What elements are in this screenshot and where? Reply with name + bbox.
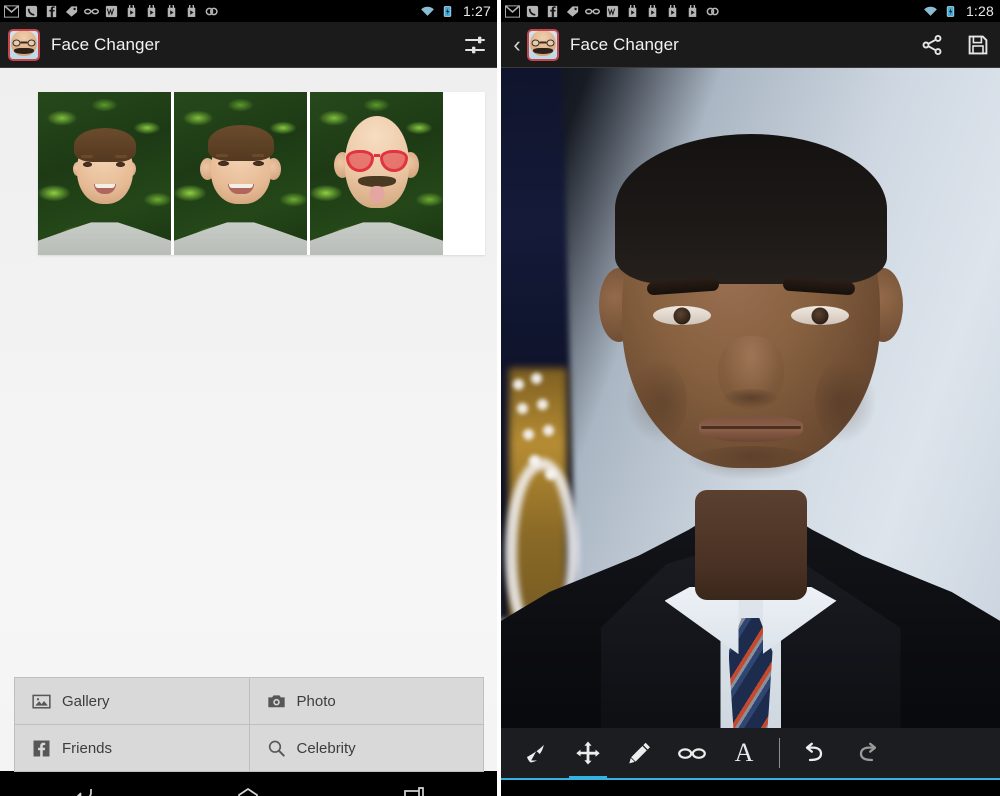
editor-toolbar: A bbox=[501, 728, 1000, 780]
original-face-thumbnail[interactable] bbox=[38, 92, 171, 255]
source-picker-grid: Gallery Photo Friends Celebrity bbox=[0, 677, 497, 772]
warped-face-thumbnail[interactable] bbox=[174, 92, 307, 255]
action-bar-home: Face Changer bbox=[0, 22, 497, 68]
status-bar-editor: 1:28 bbox=[501, 0, 1000, 22]
home-content: Gallery Photo Friends Celebrity bbox=[0, 68, 497, 772]
nav-back-button[interactable] bbox=[547, 780, 621, 796]
status-bar-system-icons: 1:27 bbox=[420, 3, 491, 19]
play-store-icon bbox=[668, 4, 677, 17]
nav-home-button[interactable] bbox=[713, 780, 787, 796]
facebook-icon bbox=[46, 5, 57, 17]
nav-recents-button[interactable] bbox=[880, 780, 954, 796]
redo-tool[interactable] bbox=[841, 728, 893, 778]
text-tool-label: A bbox=[734, 738, 754, 767]
share-icon[interactable] bbox=[920, 33, 944, 57]
face-changer-app-icon[interactable] bbox=[527, 28, 559, 61]
source-picker-row-2: Friends Celebrity bbox=[14, 724, 484, 772]
status-bar-home: 1:27 bbox=[0, 0, 497, 22]
gallery-button-label: Gallery bbox=[62, 692, 110, 710]
search-icon bbox=[268, 740, 285, 757]
nav-recents-button[interactable] bbox=[377, 771, 451, 796]
phone-icon bbox=[526, 5, 539, 17]
glasses-icon bbox=[84, 8, 99, 14]
gallery-button[interactable]: Gallery bbox=[14, 677, 250, 725]
battery-charging-icon bbox=[946, 5, 955, 17]
page-title: Face Changer bbox=[570, 34, 679, 54]
wikipedia-icon bbox=[105, 5, 118, 17]
app-icon bbox=[706, 7, 719, 15]
source-picker-row-1: Gallery Photo bbox=[14, 677, 484, 725]
screen-home: 1:27 Face Changer Gallery Photo Friends … bbox=[0, 0, 497, 796]
back-chevron-icon[interactable]: ‹ bbox=[509, 33, 525, 56]
action-bar-actions-home bbox=[463, 33, 487, 57]
play-store-icon bbox=[648, 4, 657, 17]
undo-tool[interactable] bbox=[789, 728, 841, 778]
draw-pencil-tool[interactable] bbox=[614, 728, 666, 778]
play-store-icon bbox=[628, 4, 637, 17]
warp-pinch-tool[interactable] bbox=[510, 728, 562, 778]
wifi-icon bbox=[924, 6, 937, 16]
tag-icon bbox=[65, 5, 78, 17]
facebook-icon bbox=[547, 5, 558, 17]
status-bar-system-icons: 1:28 bbox=[923, 3, 994, 19]
save-icon[interactable] bbox=[966, 33, 990, 57]
photo-button[interactable]: Photo bbox=[248, 677, 484, 725]
action-bar-actions-editor bbox=[920, 33, 990, 57]
status-bar-clock: 1:27 bbox=[462, 3, 491, 19]
action-bar-editor: ‹ Face Changer bbox=[501, 22, 1000, 68]
navigation-bar-home bbox=[0, 771, 497, 796]
glasses-icon bbox=[585, 8, 600, 14]
nav-back-button[interactable] bbox=[46, 771, 120, 796]
example-thumbnail-strip bbox=[38, 92, 485, 255]
phone-icon bbox=[25, 5, 38, 17]
battery-charging-icon bbox=[443, 5, 452, 17]
glasses-tool[interactable] bbox=[666, 728, 718, 778]
face-changer-app-icon[interactable] bbox=[8, 28, 40, 61]
text-tool[interactable]: A bbox=[718, 728, 770, 778]
play-store-icon bbox=[147, 4, 156, 17]
celebrity-button-label: Celebrity bbox=[296, 739, 356, 757]
wifi-icon bbox=[421, 6, 434, 16]
gmail-icon bbox=[4, 4, 19, 18]
camera-icon bbox=[267, 694, 285, 707]
decorated-face-thumbnail[interactable] bbox=[310, 92, 443, 255]
status-bar-clock: 1:28 bbox=[965, 3, 994, 19]
portrait-photo[interactable] bbox=[501, 68, 1000, 728]
gallery-icon bbox=[32, 694, 51, 709]
play-store-icon bbox=[127, 4, 136, 17]
nav-home-button[interactable] bbox=[211, 771, 285, 796]
app-icon bbox=[205, 7, 218, 15]
screen-editor: 1:28 ‹ Face Changer A bbox=[501, 0, 1000, 796]
dual-screenshot-stage: 1:27 Face Changer Gallery Photo Friends … bbox=[0, 0, 1000, 796]
status-bar-notification-icons bbox=[4, 4, 420, 18]
play-store-icon bbox=[688, 4, 697, 17]
gmail-icon bbox=[505, 4, 520, 18]
wikipedia-icon bbox=[606, 5, 619, 17]
facebook-icon bbox=[33, 740, 50, 756]
settings-sliders-icon[interactable] bbox=[463, 33, 487, 57]
celebrity-button[interactable]: Celebrity bbox=[248, 724, 484, 772]
play-store-icon bbox=[187, 4, 196, 17]
editor-canvas[interactable] bbox=[501, 68, 1000, 728]
status-bar-notification-icons bbox=[505, 4, 923, 18]
play-store-icon bbox=[167, 4, 176, 17]
tag-icon bbox=[566, 5, 579, 17]
friends-button[interactable]: Friends bbox=[14, 724, 250, 772]
tongue-icon bbox=[369, 186, 384, 203]
heart-glasses-icon bbox=[345, 150, 408, 172]
photo-button-label: Photo bbox=[296, 692, 336, 710]
move-tool[interactable] bbox=[562, 728, 614, 780]
toolbar-divider bbox=[779, 738, 780, 768]
friends-button-label: Friends bbox=[62, 739, 113, 757]
page-title: Face Changer bbox=[51, 34, 160, 54]
navigation-bar-editor bbox=[501, 780, 1000, 796]
